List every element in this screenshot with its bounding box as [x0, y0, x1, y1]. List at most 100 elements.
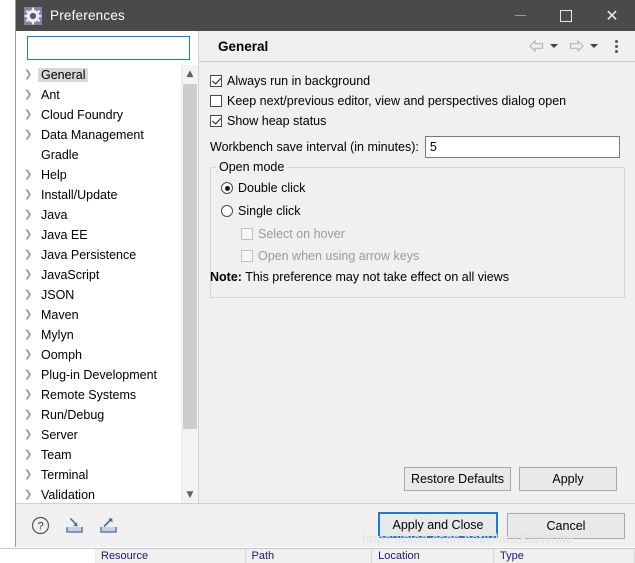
help-icon[interactable]: ?: [26, 514, 54, 538]
tree-item-label: Java Persistence: [41, 248, 137, 262]
radio-label: Double click: [238, 181, 306, 195]
close-button[interactable]: ✕: [589, 0, 635, 31]
chevron-right-icon[interactable]: ❯: [24, 65, 38, 85]
chevron-right-icon[interactable]: ❯: [24, 305, 38, 325]
chevron-down-icon[interactable]: [550, 44, 558, 48]
chevron-right-icon[interactable]: ❯: [24, 365, 38, 385]
tree-item-oomph[interactable]: ❯ Oomph: [16, 345, 181, 365]
tree-item-validation[interactable]: ❯ Validation: [16, 485, 181, 503]
tree-item-maven[interactable]: ❯ Maven: [16, 305, 181, 325]
chevron-right-icon[interactable]: ❯: [24, 445, 38, 465]
checkbox-always-run-in-background[interactable]: Always run in background: [210, 74, 370, 88]
save-interval-input[interactable]: [425, 137, 619, 157]
chevron-right-icon[interactable]: ❯: [24, 105, 38, 125]
maximize-icon: [560, 9, 572, 22]
tree-item-label: Team: [41, 448, 72, 462]
minimize-button[interactable]: [497, 0, 543, 31]
forward-arrow-icon[interactable]: [567, 37, 585, 55]
chevron-right-icon[interactable]: ❯: [24, 85, 38, 105]
tree-item-mylyn[interactable]: ❯ Mylyn: [16, 325, 181, 345]
apply-button[interactable]: Apply: [519, 467, 617, 491]
tree-item-team[interactable]: ❯ Team: [16, 445, 181, 465]
chevron-right-icon[interactable]: ❯: [24, 185, 38, 205]
checkbox-icon[interactable]: [210, 95, 222, 107]
cancel-button[interactable]: Cancel: [507, 513, 625, 539]
chevron-right-icon[interactable]: ❯: [24, 345, 38, 365]
dialog-body: ❯ General ❯ Ant ❯ Cloud Foundry ❯ Data M…: [16, 31, 635, 503]
chevron-right-icon[interactable]: ❯: [24, 225, 38, 245]
page-content: Always run in background Keep next/previ…: [199, 62, 635, 503]
chevron-right-icon[interactable]: ❯: [24, 485, 38, 503]
restore-defaults-button[interactable]: Restore Defaults: [404, 467, 511, 491]
checkbox-icon[interactable]: [210, 75, 222, 87]
radio-single-click[interactable]: Single click: [221, 204, 301, 218]
tree-item-json[interactable]: ❯ JSON: [16, 285, 181, 305]
chevron-up-icon[interactable]: ▲: [182, 65, 198, 82]
kebab-menu-icon[interactable]: [607, 37, 625, 55]
chevron-right-icon[interactable]: ❯: [24, 325, 38, 345]
chevron-right-icon[interactable]: ❯: [24, 465, 38, 485]
chevron-right-icon[interactable]: ❯: [24, 405, 38, 425]
export-icon[interactable]: [94, 514, 122, 538]
tree-item-label: JSON: [41, 288, 75, 302]
tree-item-label: General: [38, 68, 89, 82]
radio-icon[interactable]: [221, 182, 233, 194]
dialog-titlebar[interactable]: Preferences ✕: [16, 0, 635, 31]
chevron-right-icon[interactable]: ❯: [24, 385, 38, 405]
back-arrow-icon[interactable]: [527, 37, 545, 55]
tree-scrollbar[interactable]: ▲ ▼: [181, 65, 198, 503]
nav-back-group[interactable]: [527, 37, 563, 55]
chevron-right-icon[interactable]: ❯: [24, 425, 38, 445]
search-input[interactable]: [28, 37, 189, 59]
checkbox-label: Select on hover: [258, 227, 345, 241]
tree-item-java[interactable]: ❯ Java: [16, 205, 181, 225]
chevron-down-icon[interactable]: ▼: [182, 486, 198, 503]
radio-double-click[interactable]: Double click: [221, 181, 305, 195]
chevron-right-icon[interactable]: ❯: [24, 125, 38, 145]
radio-icon[interactable]: [221, 205, 233, 217]
preference-tree[interactable]: ❯ General ❯ Ant ❯ Cloud Foundry ❯ Data M…: [16, 65, 181, 503]
chevron-right-icon[interactable]: ❯: [24, 165, 38, 185]
tree-item-terminal[interactable]: ❯ Terminal: [16, 465, 181, 485]
filter-search-box[interactable]: [27, 36, 190, 60]
tree-item-javascript[interactable]: ❯ JavaScript: [16, 265, 181, 285]
apply-and-close-button[interactable]: Apply and Close: [378, 512, 498, 538]
tree-item-label: Oomph: [41, 348, 82, 362]
tree-item-label: Cloud Foundry: [41, 108, 123, 122]
import-icon[interactable]: [60, 514, 88, 538]
checkbox-icon: [241, 228, 253, 240]
chevron-right-icon[interactable]: ❯: [24, 265, 38, 285]
tree-item-label: Terminal: [41, 468, 89, 482]
tree-item-help[interactable]: ❯ Help: [16, 165, 181, 185]
checkbox-keep-next-previous-editor[interactable]: Keep next/previous editor, view and pers…: [210, 94, 566, 108]
checkbox-open-when-using-arrow-keys: Open when using arrow keys: [241, 249, 419, 263]
checkbox-icon[interactable]: [210, 115, 222, 127]
nav-forward-group[interactable]: [567, 37, 603, 55]
tree-item-java-persistence[interactable]: ❯ Java Persistence: [16, 245, 181, 265]
scrollbar-thumb[interactable]: [183, 84, 197, 429]
chevron-right-icon[interactable]: ❯: [24, 205, 38, 225]
checkbox-label: Always run in background: [227, 74, 371, 88]
tree-item-java-ee[interactable]: ❯ Java EE: [16, 225, 181, 245]
chevron-down-icon[interactable]: [590, 44, 598, 48]
checkbox-show-heap-status[interactable]: Show heap status: [210, 114, 326, 128]
tree-item-ant[interactable]: ❯ Ant: [16, 85, 181, 105]
maximize-button[interactable]: [543, 0, 589, 31]
tree-item-general[interactable]: ❯ General: [16, 65, 181, 85]
table-column-path: Path: [246, 549, 373, 563]
tree-item-run-debug[interactable]: ❯ Run/Debug: [16, 405, 181, 425]
chevron-right-icon[interactable]: ❯: [24, 285, 38, 305]
table-column-location: Location: [372, 549, 495, 563]
tree-item-data-management[interactable]: ❯ Data Management: [16, 125, 181, 145]
save-interval-field[interactable]: [424, 136, 620, 158]
chevron-right-icon[interactable]: ❯: [24, 245, 38, 265]
tree-item-cloud-foundry[interactable]: ❯ Cloud Foundry: [16, 105, 181, 125]
tree-item-install-update[interactable]: ❯ Install/Update: [16, 185, 181, 205]
note-text: This preference may not take effect on a…: [245, 270, 509, 284]
tree-item-remote-systems[interactable]: ❯ Remote Systems: [16, 385, 181, 405]
tree-item-server[interactable]: ❯ Server: [16, 425, 181, 445]
tree-item-plug-in-development[interactable]: ❯ Plug-in Development: [16, 365, 181, 385]
tree-item-label: Help: [41, 168, 67, 182]
tree-item-gradle[interactable]: ❯ Gradle: [16, 145, 181, 165]
open-mode-legend: Open mode: [216, 160, 288, 174]
